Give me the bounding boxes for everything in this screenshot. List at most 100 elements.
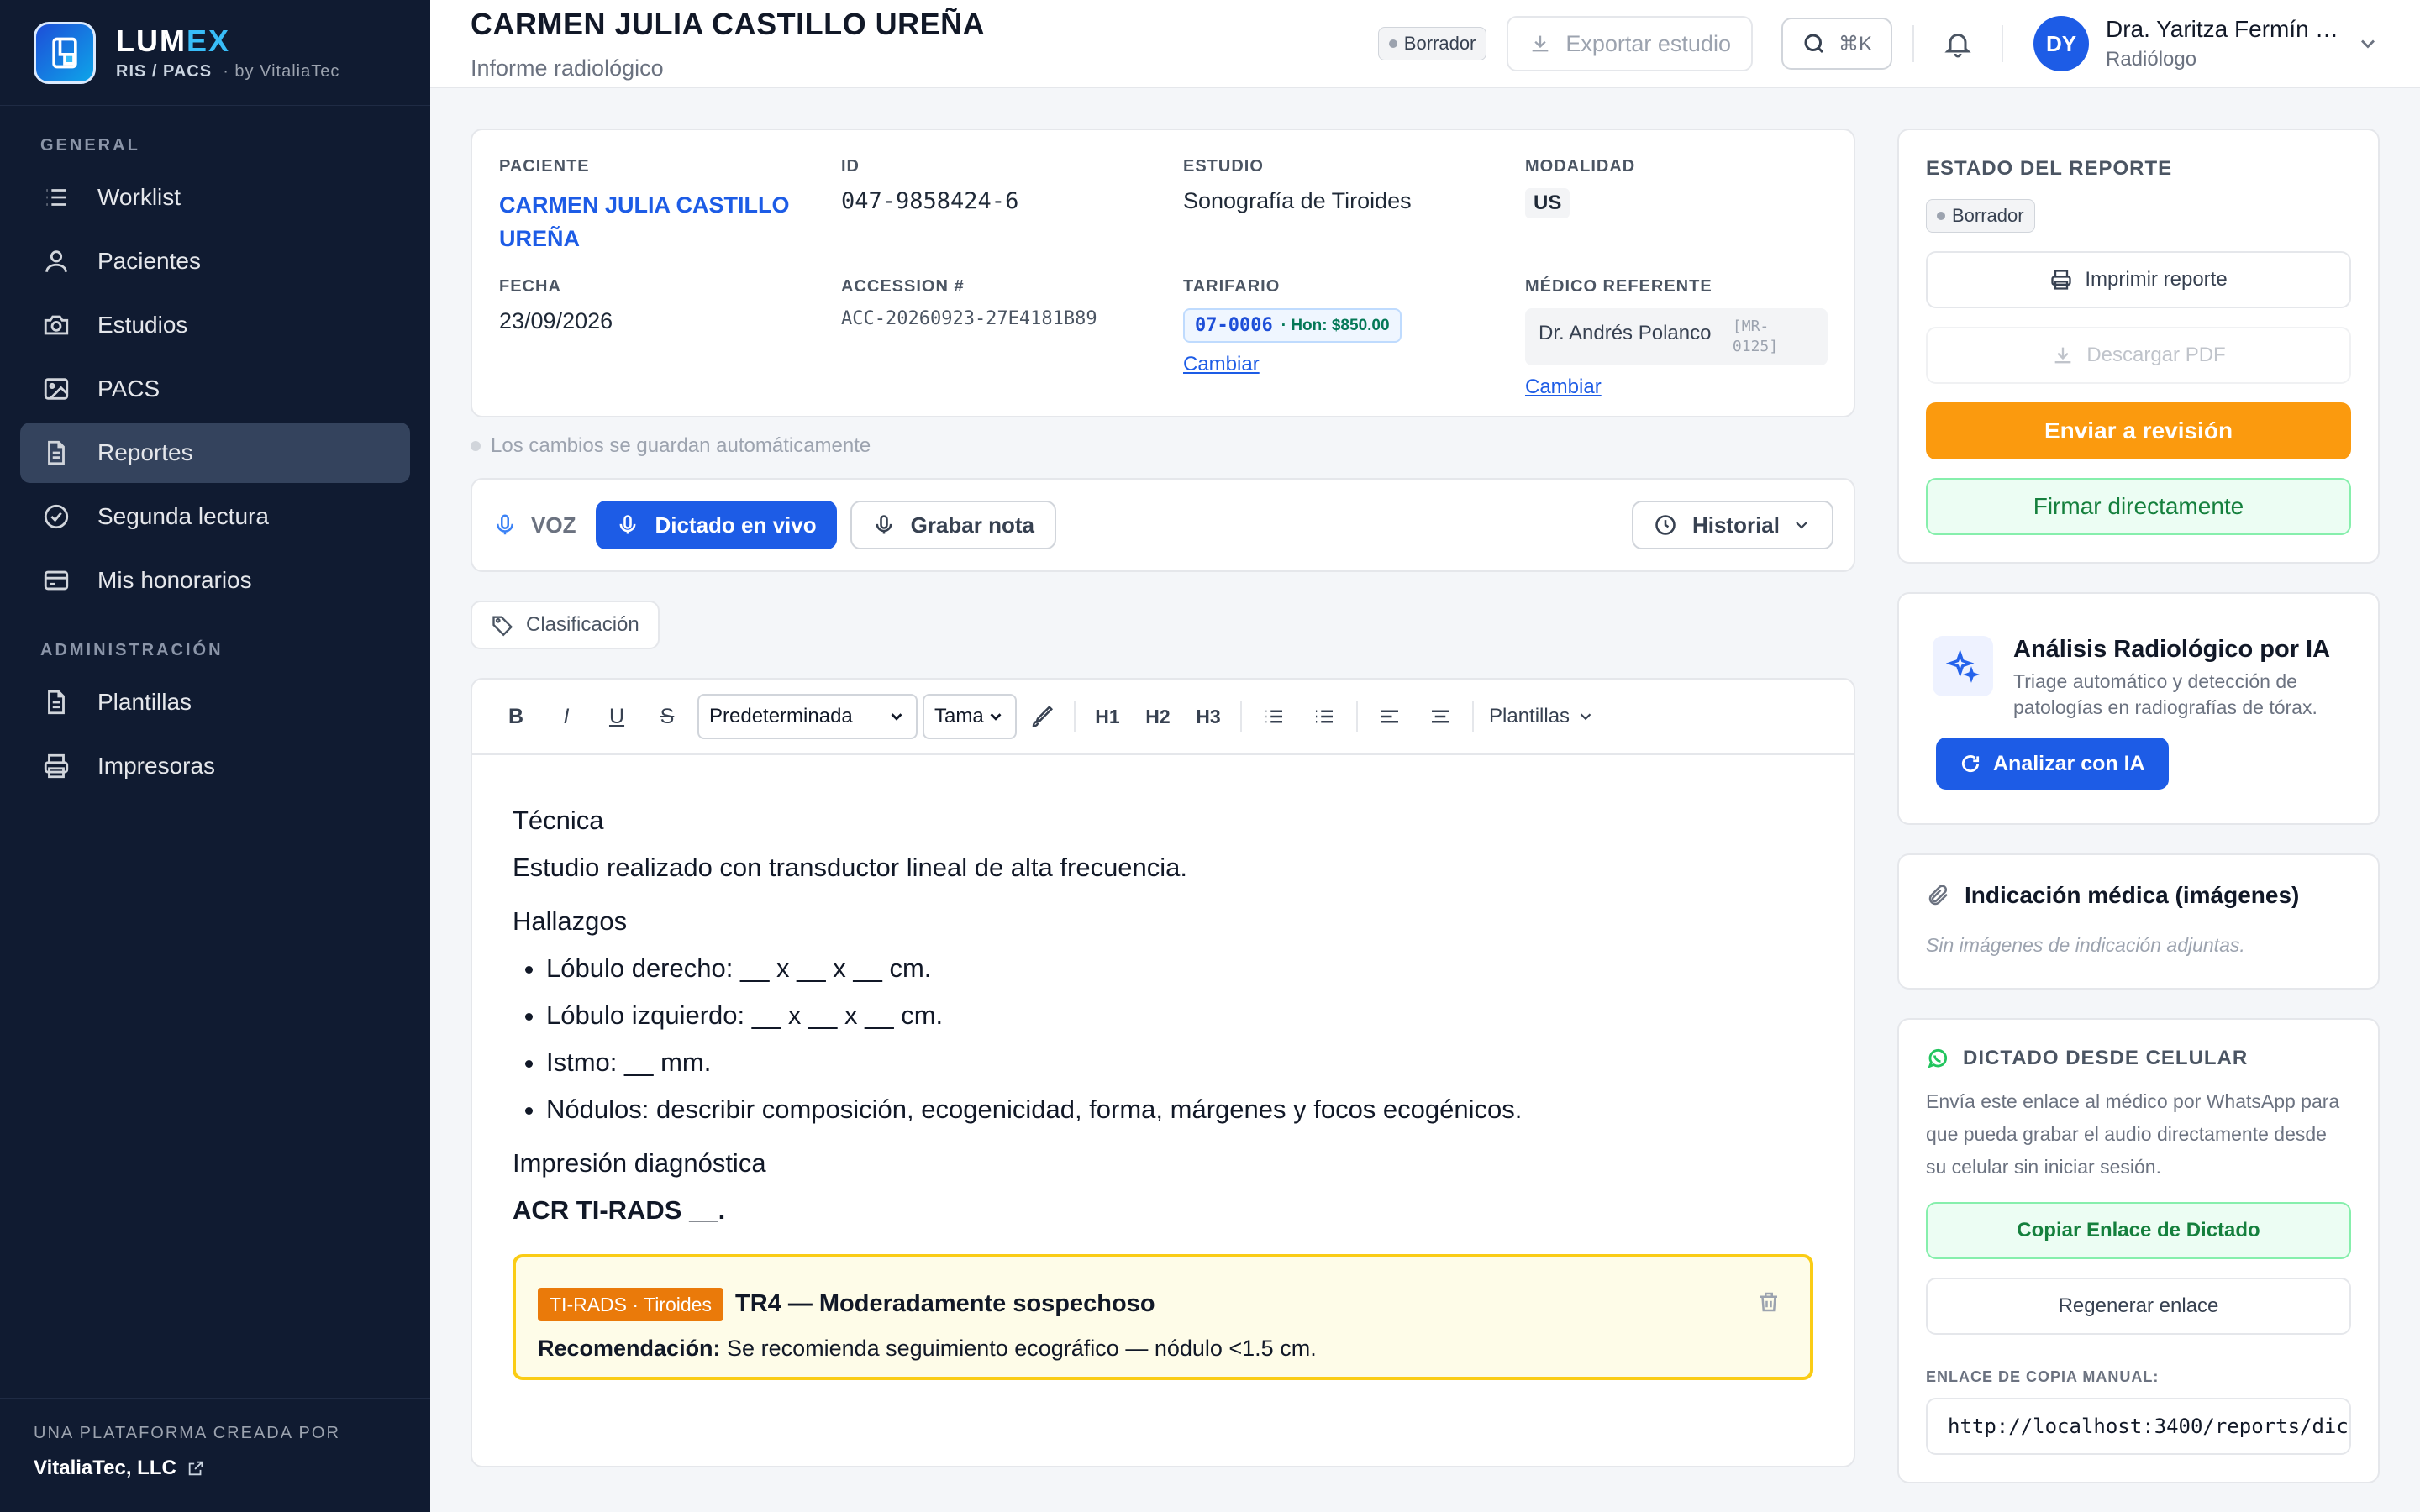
ai-description: Triage automático y detección de patolog… — [2013, 670, 2317, 718]
bullet-list-icon — [1265, 710, 1282, 723]
report-body[interactable]: Técnica Estudio realizado con transducto… — [472, 755, 1854, 1422]
id-label: ID — [841, 157, 860, 176]
patient-name-link[interactable]: CARMEN JULIA CASTILLO UREÑA — [499, 188, 841, 255]
file-icon — [48, 440, 65, 465]
mobile-dictation-card: DICTADO DESDE CELULAR Envía este enlace … — [1897, 1018, 2380, 1483]
bell-icon[interactable] — [1943, 29, 1973, 59]
whatsapp-icon — [1928, 1048, 1948, 1068]
templates-dropdown[interactable]: Plantillas — [1489, 705, 1595, 728]
heading2-button[interactable]: H2 — [1133, 706, 1183, 728]
paciente-label: PACIENTE — [499, 157, 590, 176]
sidebar: LUMEX RIS / PACS · by VitaliaTec GENERAL… — [0, 0, 430, 1512]
tag-icon — [492, 616, 513, 637]
impresion-heading: Impresión diagnóstica — [513, 1148, 766, 1178]
print-report-button[interactable]: Imprimir reporte — [1926, 251, 2351, 308]
color-brush-button[interactable] — [1017, 704, 1067, 729]
italic-button[interactable]: I — [541, 705, 592, 729]
size-select[interactable]: Tama — [923, 694, 1017, 739]
clock-icon — [1655, 515, 1676, 535]
indication-title: Indicación médica (imágenes) — [1926, 882, 2351, 909]
list-item: Lóbulo izquierdo: __ x __ x __ cm. — [546, 992, 1813, 1039]
tecnica-heading: Técnica — [513, 806, 604, 835]
heading1-button[interactable]: H1 — [1082, 706, 1133, 728]
send-to-review-button[interactable]: Enviar a revisión — [1926, 402, 2351, 459]
list-item: Istmo: __ mm. — [546, 1039, 1813, 1086]
live-dictation-button[interactable]: Dictado en vivo — [596, 501, 837, 549]
brand[interactable]: LUMEX RIS / PACS · by VitaliaTec — [0, 0, 430, 106]
sign-directly-button[interactable]: Firmar directamente — [1926, 478, 2351, 535]
sidebar-footer: UNA PLATAFORMA CREADA POR VitaliaTec, LL… — [0, 1398, 430, 1512]
refresh-icon — [1961, 755, 1980, 773]
bold-button[interactable]: B — [491, 705, 541, 729]
user-role: Radiólogo — [2106, 48, 2197, 71]
align-left-button[interactable] — [1365, 704, 1415, 729]
classification-button[interactable]: Clasificación — [471, 601, 660, 649]
modality-badge: US — [1525, 188, 1570, 218]
font-select[interactable]: Predeterminada — [697, 694, 918, 739]
autosave-status: Los cambios se guardan automáticamente — [471, 434, 1855, 458]
ordered-list-button[interactable] — [1299, 704, 1349, 729]
impresion-text: ACR TI-RADS __. — [513, 1195, 726, 1225]
heading3-button[interactable]: H3 — [1183, 706, 1234, 728]
strikethrough-button[interactable]: S — [642, 705, 692, 729]
study-name: Sonografía de Tiroides — [1183, 188, 1412, 213]
divider — [2002, 25, 2003, 62]
lumex-logo-icon — [34, 21, 96, 84]
search-button[interactable]: ⌘K — [1781, 18, 1892, 70]
mobile-dictation-title: DICTADO DESDE CELULAR — [1926, 1047, 2351, 1070]
brand-subtitle: RIS / PACS · by VitaliaTec — [116, 62, 340, 81]
check-circle-icon — [44, 504, 69, 529]
copy-dictation-link-button[interactable]: Copiar Enlace de Dictado — [1926, 1202, 2351, 1259]
avatar: DY — [2033, 16, 2089, 71]
underline-button[interactable]: U — [592, 705, 642, 729]
indication-empty: Sin imágenes de indicación adjuntas. — [1926, 934, 2245, 956]
hallazgos-list: Lóbulo derecho: __ x __ x __ cm. Lóbulo … — [546, 945, 1813, 1133]
sidebar-item-worklist[interactable]: Worklist — [20, 167, 410, 228]
history-dropdown[interactable]: Historial — [1631, 501, 1833, 549]
change-tarifario-link[interactable]: Cambiar — [1183, 353, 1260, 376]
page-subtitle: Informe radiológico — [471, 55, 664, 81]
align-center-button[interactable] — [1415, 704, 1465, 729]
referente-label: MÉDICO REFERENTE — [1525, 277, 1712, 296]
tirads-recommendation: Recomendación: Se recomienda seguimiento… — [538, 1336, 1317, 1361]
chevron-down-icon — [990, 713, 1002, 721]
ordered-list-icon — [1316, 710, 1333, 723]
sidebar-item-impresoras[interactable]: Impresoras — [20, 736, 410, 796]
sidebar-item-plantillas[interactable]: Plantillas — [20, 672, 410, 732]
toolbar-divider — [1472, 701, 1474, 732]
vitaliatec-link[interactable]: VitaliaTec, LLC — [34, 1457, 397, 1480]
sidebar-item-mis-honorarios[interactable]: Mis honorarios — [20, 550, 410, 611]
analyze-ai-button[interactable]: Analizar con IA — [1936, 738, 2169, 790]
toolbar-divider — [1356, 701, 1358, 732]
ai-analysis-card: Análisis Radiológico por IA Triage autom… — [1897, 592, 2380, 825]
tirads-tag: TI-RADS · Tiroides — [538, 1288, 723, 1321]
sidebar-item-estudios[interactable]: Estudios — [20, 295, 410, 355]
manual-link-label: ENLACE DE COPIA MANUAL: — [1926, 1368, 2160, 1385]
tarifario-badge: 07-0006 · Hon: $850.00 — [1183, 308, 1402, 343]
accession-number: ACC-20260923-27E4181B89 — [841, 308, 1097, 329]
sidebar-item-pacs[interactable]: PACS — [20, 359, 410, 419]
chevron-down-icon — [891, 713, 902, 721]
sidebar-item-reportes[interactable]: Reportes — [20, 423, 410, 483]
external-link-icon — [188, 1461, 203, 1476]
voice-label: VOZ — [492, 512, 576, 538]
sidebar-item-pacientes[interactable]: Pacientes — [20, 231, 410, 291]
change-referente-link[interactable]: Cambiar — [1525, 375, 1602, 399]
record-note-button[interactable]: Grabar nota — [850, 501, 1056, 549]
bullet-list-button[interactable] — [1249, 704, 1299, 729]
download-pdf-button[interactable]: Descargar PDF — [1926, 327, 2351, 384]
trash-icon[interactable] — [1756, 1289, 1781, 1315]
sidebar-item-segunda-lectura[interactable]: Segunda lectura — [20, 486, 410, 547]
export-study-button[interactable]: Exportar estudio — [1507, 16, 1753, 71]
printer-icon — [44, 753, 69, 779]
regenerate-link-button[interactable]: Regenerar enlace — [1926, 1278, 2351, 1335]
manual-link-field[interactable]: http://localhost:3400/reports/dictation — [1926, 1398, 2351, 1455]
report-status-card: ESTADO DEL REPORTE Borrador Imprimir rep… — [1897, 129, 2380, 564]
user-menu[interactable]: DY Dra. Yaritza Fermín Yanes Radiólogo — [2033, 16, 2380, 71]
list-item: Lóbulo derecho: __ x __ x __ cm. — [546, 945, 1813, 992]
topbar: CARMEN JULIA CASTILLO UREÑA Informe radi… — [430, 0, 2420, 88]
chevron-down-icon — [1796, 522, 1807, 529]
patient-info-card: PACIENTE CARMEN JULIA CASTILLO UREÑA ID … — [471, 129, 1855, 417]
chevron-down-icon — [2361, 39, 2375, 49]
file-icon — [48, 690, 65, 715]
